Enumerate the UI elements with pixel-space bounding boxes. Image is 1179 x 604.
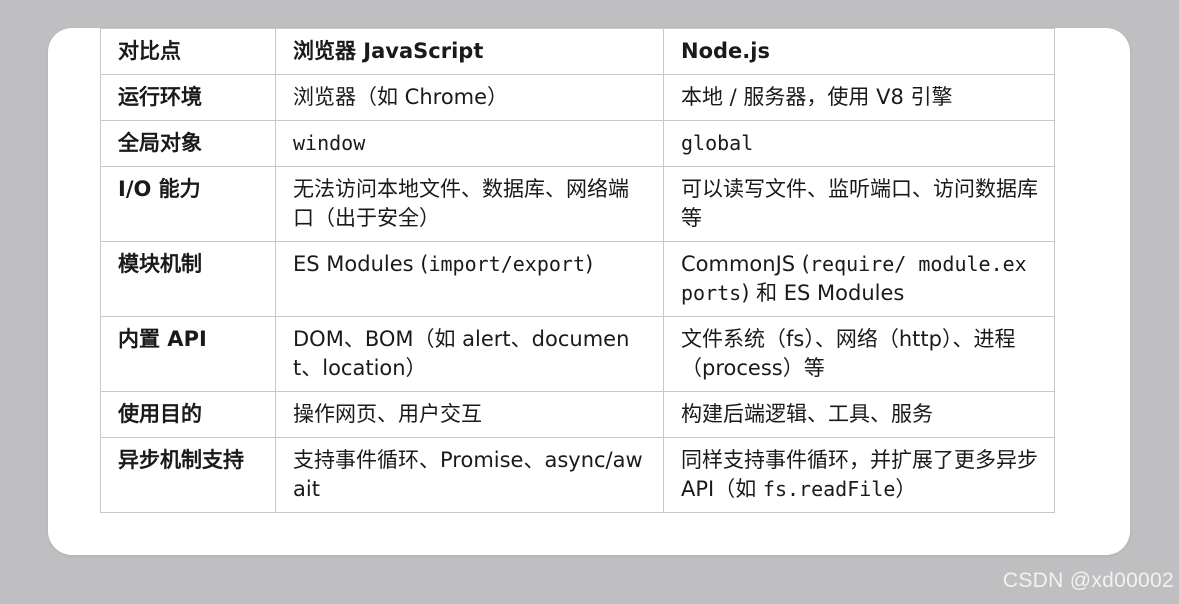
node-cell: 可以读写文件、监听端口、访问数据库等 xyxy=(663,166,1055,242)
table-row: 使用目的 操作网页、用户交互 构建后端逻辑、工具、服务 xyxy=(100,391,1055,438)
cell-text: 无法访问本地文件、数据库、网络端口（出于安全） xyxy=(293,177,629,230)
cell-text: 操作网页、用户交互 xyxy=(293,402,482,426)
header-browser-javascript: 浏览器 JavaScript xyxy=(275,28,664,75)
table-header: 对比点 浏览器 JavaScript Node.js xyxy=(100,28,1055,75)
table-body: 运行环境 浏览器（如 Chrome） 本地 / 服务器，使用 V8 引擎全局对象 wi… xyxy=(100,74,1055,513)
node-cell: global xyxy=(663,120,1055,167)
cell-text: 文件系统（fs）、网络（http）、进程（process）等 xyxy=(681,327,1016,380)
row-label: 异步机制支持 xyxy=(100,437,276,513)
comparison-table: 对比点 浏览器 JavaScript Node.js 运行环境 浏览器（如 Chr… xyxy=(100,28,1055,513)
browser-cell: ES Modules (import/export) xyxy=(275,241,664,317)
browser-cell: DOM、BOM（如 alert、document、location） xyxy=(275,316,664,392)
cell-text: CommonJS ( xyxy=(681,252,810,276)
row-label: 使用目的 xyxy=(100,391,276,438)
browser-cell: 操作网页、用户交互 xyxy=(275,391,664,438)
row-label: I/O 能力 xyxy=(100,166,276,242)
table-row: 内置 API DOM、BOM（如 alert、document、location）… xyxy=(100,316,1055,392)
browser-cell: 支持事件循环、Promise、async/await xyxy=(275,437,664,513)
table-row: 模块机制 ES Modules (import/export) CommonJS (… xyxy=(100,241,1055,317)
code-text: window xyxy=(293,131,366,155)
cell-text: DOM、BOM（如 alert、document、location） xyxy=(293,327,630,380)
header-nodejs: Node.js xyxy=(663,28,1055,75)
watermark: CSDN @xd00002 xyxy=(1002,569,1174,592)
node-cell: 本地 / 服务器，使用 V8 引擎 xyxy=(663,74,1055,121)
cell-text: ES Modules ( xyxy=(293,252,429,276)
cell-text: ) xyxy=(585,252,594,276)
cell-text: ) 和 ES Modules xyxy=(741,281,905,305)
table-row: 全局对象 window global xyxy=(100,120,1055,167)
cell-text: 构建后端逻辑、工具、服务 xyxy=(681,402,933,426)
browser-cell: 浏览器（如 Chrome） xyxy=(275,74,664,121)
cell-text: 本地 / 服务器，使用 V8 引擎 xyxy=(681,85,953,109)
browser-cell: window xyxy=(275,120,664,167)
header-comparison-point: 对比点 xyxy=(100,28,276,75)
header-row: 对比点 浏览器 JavaScript Node.js xyxy=(100,28,1055,75)
code-text: fs.readFile xyxy=(762,477,896,501)
code-text: global xyxy=(681,131,754,155)
cell-text: 支持事件循环、Promise、async/await xyxy=(293,448,643,501)
table-row: 异步机制支持 支持事件循环、Promise、async/await 同样支持事件循环… xyxy=(100,437,1055,513)
table-row: I/O 能力 无法访问本地文件、数据库、网络端口（出于安全） 可以读写文件、监听端口… xyxy=(100,166,1055,242)
cell-text: 可以读写文件、监听端口、访问数据库等 xyxy=(681,177,1038,230)
node-cell: 同样支持事件循环，并扩展了更多异步 API（如 fs.readFile） xyxy=(663,437,1055,513)
browser-cell: 无法访问本地文件、数据库、网络端口（出于安全） xyxy=(275,166,664,242)
row-label: 运行环境 xyxy=(100,74,276,121)
code-text: import/export xyxy=(428,252,585,276)
node-cell: 文件系统（fs）、网络（http）、进程（process）等 xyxy=(663,316,1055,392)
node-cell: 构建后端逻辑、工具、服务 xyxy=(663,391,1055,438)
row-label: 内置 API xyxy=(100,316,276,392)
node-cell: CommonJS (require/ module.exports) 和 ES … xyxy=(663,241,1055,317)
row-label: 模块机制 xyxy=(100,241,276,317)
cell-text: ） xyxy=(895,477,917,501)
cell-text: 浏览器（如 Chrome） xyxy=(293,85,509,109)
row-label: 全局对象 xyxy=(100,120,276,167)
table-row: 运行环境 浏览器（如 Chrome） 本地 / 服务器，使用 V8 引擎 xyxy=(100,74,1055,121)
